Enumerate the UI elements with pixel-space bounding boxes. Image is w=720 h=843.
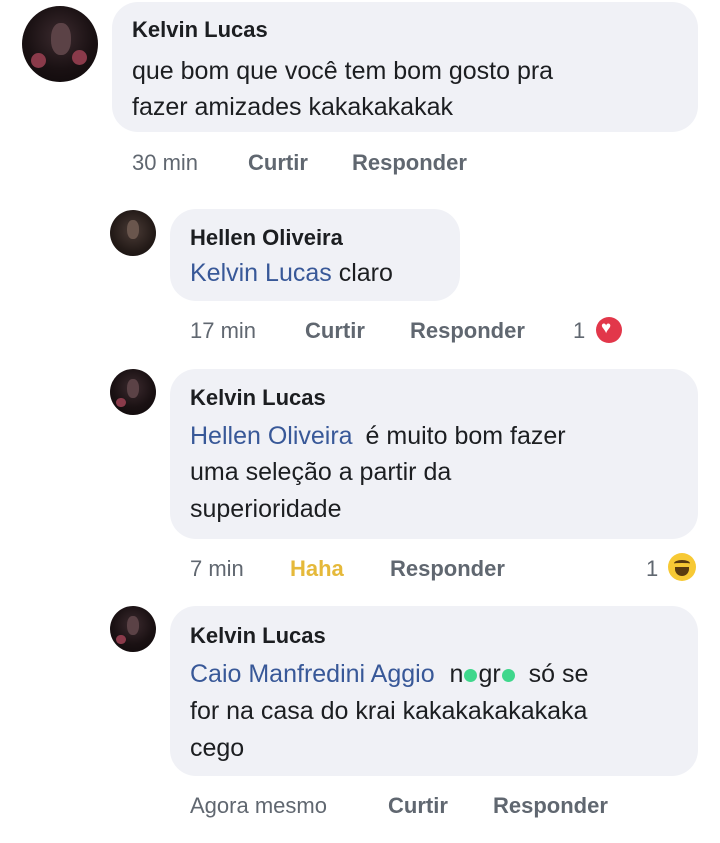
comment-text-line: for na casa do krai kakakakakakaka bbox=[190, 697, 588, 725]
haha-reaction-button[interactable]: Haha bbox=[290, 556, 344, 582]
reaction-count[interactable]: 1 bbox=[573, 318, 585, 344]
censored-word: n gr bbox=[450, 660, 516, 688]
comment-text: é muito bom fazer bbox=[365, 422, 566, 450]
censored-part: n bbox=[449, 660, 464, 688]
comment-text-line: Caio Manfredini Aggio n gr só se bbox=[190, 655, 588, 693]
avatar-face bbox=[127, 616, 140, 636]
reply-button[interactable]: Responder bbox=[352, 150, 467, 176]
comment-timestamp[interactable]: 17 min bbox=[190, 318, 256, 344]
avatar-flower bbox=[116, 397, 126, 407]
comment-text-line: uma seleção a partir da bbox=[190, 458, 452, 486]
haha-icon[interactable] bbox=[668, 553, 696, 581]
avatar[interactable] bbox=[110, 210, 156, 256]
comment-text: claro bbox=[338, 259, 393, 287]
comment-text-line: Kelvin Lucas claro bbox=[190, 254, 393, 292]
like-button[interactable]: Curtir bbox=[248, 150, 308, 176]
reply-button[interactable]: Responder bbox=[493, 793, 608, 819]
censored-part: gr bbox=[478, 660, 501, 688]
reaction-count[interactable]: 1 bbox=[646, 556, 658, 582]
avatar-flower bbox=[31, 53, 47, 69]
comment-timestamp[interactable]: 30 min bbox=[132, 150, 198, 176]
comment-timestamp[interactable]: 7 min bbox=[190, 556, 244, 582]
comment-text-line: Hellen Oliveira é muito bom fazer bbox=[190, 417, 566, 455]
avatar-face bbox=[50, 22, 71, 55]
avatar[interactable] bbox=[110, 606, 156, 652]
like-button[interactable]: Curtir bbox=[305, 318, 365, 344]
avatar[interactable] bbox=[22, 6, 98, 82]
comment-timestamp[interactable]: Agora mesmo bbox=[190, 793, 327, 819]
avatar-face bbox=[127, 379, 140, 399]
comment-author[interactable]: Hellen Oliveira bbox=[190, 225, 343, 251]
avatar-flower bbox=[72, 50, 88, 66]
mention-link[interactable]: Hellen Oliveira bbox=[190, 422, 353, 450]
heart-icon[interactable] bbox=[596, 317, 622, 343]
mention-link[interactable]: Kelvin Lucas bbox=[190, 259, 332, 287]
like-button[interactable]: Curtir bbox=[388, 793, 448, 819]
comment-author[interactable]: Kelvin Lucas bbox=[190, 385, 326, 411]
avatar[interactable] bbox=[110, 369, 156, 415]
reply-button[interactable]: Responder bbox=[390, 556, 505, 582]
comment-text-line: superioridade bbox=[190, 495, 342, 523]
comment-author[interactable]: Kelvin Lucas bbox=[190, 623, 326, 649]
mention-link[interactable]: Caio Manfredini Aggio bbox=[190, 660, 435, 688]
censor-dot bbox=[464, 668, 478, 682]
avatar-face bbox=[127, 220, 140, 240]
censor-dot bbox=[501, 668, 515, 682]
comment-text-line: que bom que você tem bom gosto pra bbox=[132, 57, 554, 85]
comment-text-line: fazer amizades kakakakakak bbox=[132, 93, 453, 121]
comment-author[interactable]: Kelvin Lucas bbox=[132, 17, 268, 43]
comment-text: só se bbox=[528, 660, 589, 688]
comment-text-line: cego bbox=[190, 734, 245, 762]
reply-button[interactable]: Responder bbox=[410, 318, 525, 344]
avatar-flower bbox=[116, 634, 126, 644]
